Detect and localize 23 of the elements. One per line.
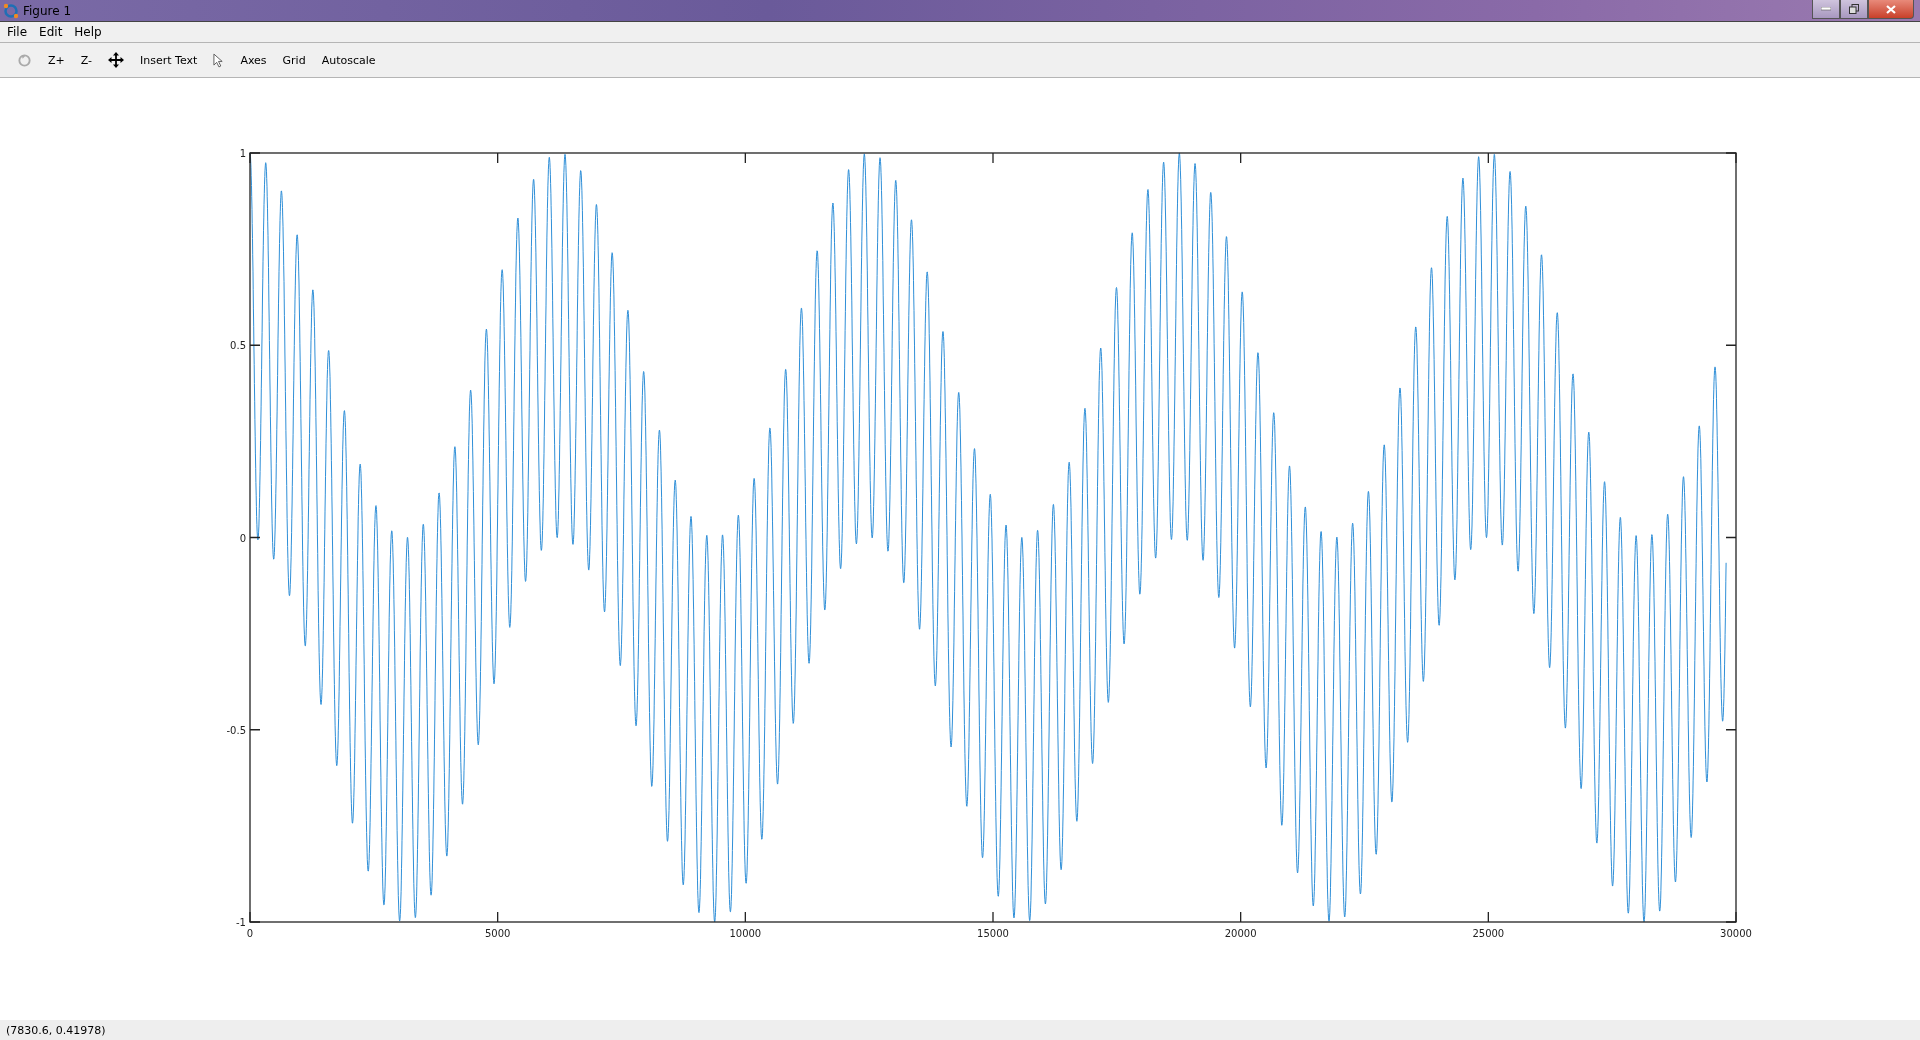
x-tick-label: 20000 — [1224, 928, 1257, 939]
zoom-in-button[interactable]: Z+ — [48, 53, 65, 67]
x-tick-label: 15000 — [977, 928, 1009, 939]
insert-text-button[interactable]: Insert Text — [140, 53, 198, 67]
window-title: Figure 1 — [23, 3, 72, 18]
axes-button[interactable]: Axes — [240, 53, 267, 67]
cursor-coordinates: (7830.6, 0.41978) — [6, 1023, 106, 1037]
x-tick-label: 25000 — [1472, 928, 1505, 939]
y-tick-label: -1 — [236, 917, 246, 928]
x-tick-label: 5000 — [484, 928, 511, 939]
x-tick-label: 0 — [246, 928, 254, 939]
y-tick-label: 0 — [239, 532, 246, 544]
grid-button[interactable]: Grid — [282, 53, 306, 67]
menu-item[interactable]: Edit — [39, 25, 63, 39]
menu-item[interactable]: Help — [74, 25, 102, 39]
menu-item[interactable]: File — [7, 25, 28, 39]
y-tick-label: 0.5 — [230, 340, 246, 352]
autoscale-button[interactable]: Autoscale — [321, 53, 376, 67]
y-tick-label: -0.5 — [226, 724, 246, 736]
x-tick-label: 10000 — [729, 928, 762, 939]
x-tick-label: 30000 — [1720, 928, 1752, 939]
zoom-out-button[interactable]: Z- — [80, 53, 93, 67]
y-tick-label: 1 — [239, 148, 246, 159]
